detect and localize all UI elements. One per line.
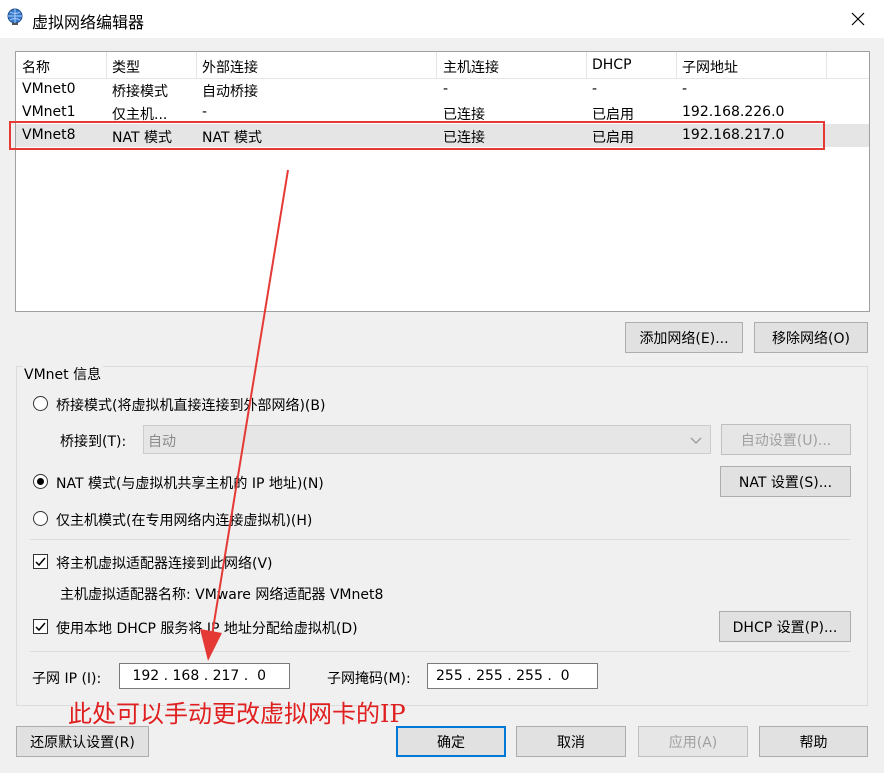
network-globe-icon [6, 8, 24, 26]
column-header-external[interactable]: 外部连接 [202, 57, 258, 77]
restore-defaults-button[interactable]: 还原默认设置(R) [16, 726, 149, 757]
cell-subnet: 192.168.226.0 [682, 104, 785, 120]
add-network-button[interactable]: 添加网络(E)... [625, 322, 743, 353]
column-header-name[interactable]: 名称 [22, 57, 50, 77]
chevron-down-icon [690, 434, 702, 450]
column-header-dhcp[interactable]: DHCP [592, 57, 632, 73]
divider [30, 539, 850, 540]
cell-external: 自动桥接 [202, 84, 258, 100]
cell-external: - [202, 104, 208, 120]
apply-button[interactable]: 应用(A) [638, 726, 748, 757]
annotation-text: 此处可以手动更改虚拟网卡的IP [68, 700, 406, 728]
ok-button[interactable]: 确定 [396, 726, 506, 757]
network-list[interactable]: 名称 类型 外部连接 主机连接 DHCP 子网地址 VMnet0 桥接模式 自动… [15, 51, 870, 312]
remove-network-button[interactable]: 移除网络(O) [754, 322, 868, 353]
table-row[interactable]: VMnet0 桥接模式 自动桥接 - - - [16, 78, 869, 101]
vmnet-info-group [16, 366, 868, 706]
close-button[interactable] [836, 4, 880, 34]
connect-adapter-checkbox[interactable] [33, 554, 48, 569]
subnet-mask-label: 子网掩码(M): [327, 671, 411, 687]
bridged-to-value: 自动 [148, 434, 176, 450]
list-header: 名称 类型 外部连接 主机连接 DHCP 子网地址 [16, 52, 869, 79]
hostonly-mode-radio[interactable] [33, 511, 48, 526]
cell-name: VMnet0 [22, 81, 76, 97]
auto-settings-button[interactable]: 自动设置(U)... [721, 424, 851, 455]
highlight-box [9, 121, 825, 150]
checkmark-icon [35, 557, 46, 567]
annotation-arrow-icon [200, 169, 289, 661]
divider [30, 651, 850, 652]
nat-mode-radio[interactable] [33, 474, 48, 489]
subnet-mask-input[interactable]: 255 . 255 . 255 . 0 [427, 663, 598, 689]
cell-type: 桥接模式 [112, 84, 168, 100]
group-label: VMnet 信息 [22, 364, 104, 384]
cell-dhcp: - [592, 81, 598, 97]
column-header-host[interactable]: 主机连接 [443, 57, 499, 77]
help-button[interactable]: 帮助 [759, 726, 868, 757]
cell-name: VMnet1 [22, 104, 76, 120]
cancel-button[interactable]: 取消 [516, 726, 626, 757]
subnet-ip-label: 子网 IP (I): [32, 671, 102, 687]
cell-host: - [443, 81, 449, 97]
use-dhcp-checkbox[interactable] [33, 619, 48, 634]
close-icon [851, 12, 865, 26]
checkmark-icon [35, 622, 46, 632]
dhcp-settings-button[interactable]: DHCP 设置(P)... [719, 611, 851, 642]
bridged-mode-radio[interactable] [33, 396, 48, 411]
nat-settings-button[interactable]: NAT 设置(S)... [720, 466, 851, 497]
column-header-subnet[interactable]: 子网地址 [682, 57, 738, 77]
bridged-to-label: 桥接到(T): [60, 434, 127, 450]
window-title: 虚拟网络编辑器 [32, 13, 145, 32]
cell-subnet: - [682, 81, 688, 97]
column-header-type[interactable]: 类型 [112, 57, 140, 77]
